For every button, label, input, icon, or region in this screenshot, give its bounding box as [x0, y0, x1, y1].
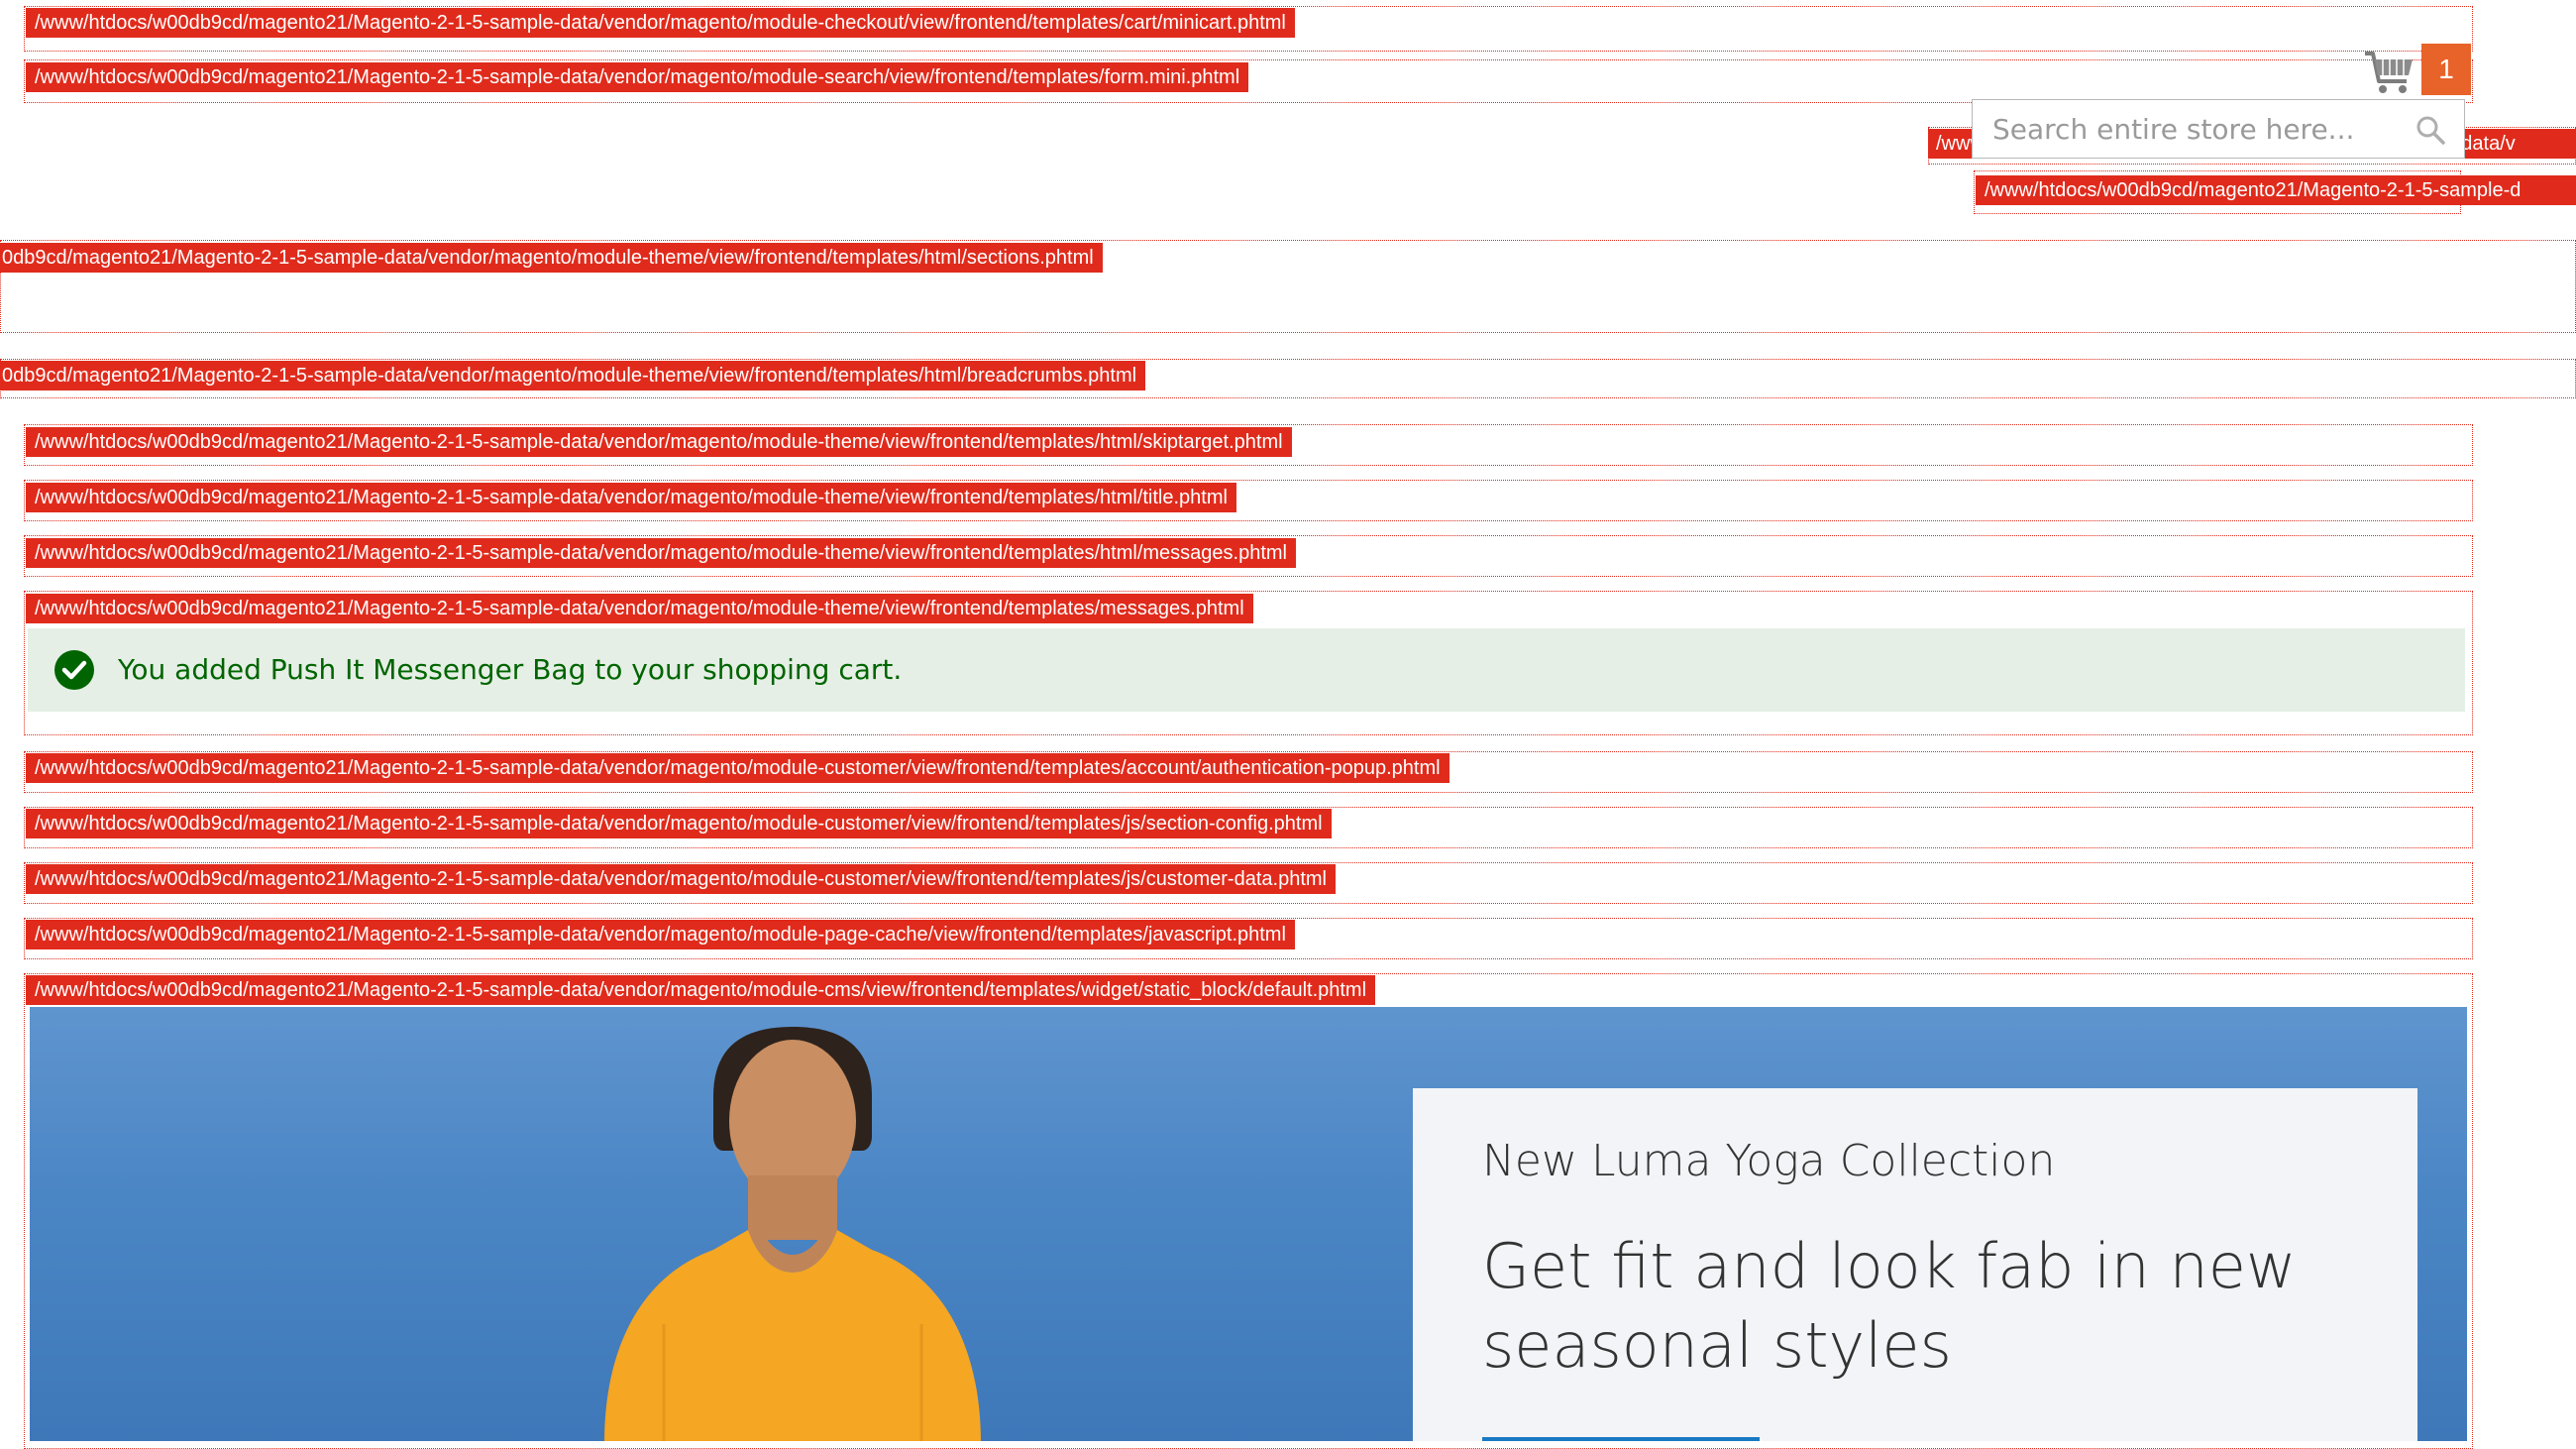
banner-title: Get fit and look fab in new seasonal sty… — [1482, 1230, 2297, 1382]
check-circle-icon — [54, 650, 94, 690]
template-hint-messages: /www/htdocs/w00db9cd/magento21/Magento-2… — [26, 594, 1253, 623]
template-hint-form-mini: /www/htdocs/w00db9cd/magento21/Magento-2… — [26, 62, 1249, 92]
template-hint-sections: 0db9cd/magento21/Magento-2-1-5-sample-da… — [0, 243, 1103, 273]
minicart-button[interactable]: 1 — [2363, 44, 2472, 99]
search-icon[interactable] — [2415, 114, 2446, 146]
template-hint-static-block: /www/htdocs/w00db9cd/magento21/Magento-2… — [26, 975, 1376, 1005]
banner-shop-button[interactable] — [1482, 1437, 1760, 1441]
template-hint-search-overlap-b: /www/htdocs/w00db9cd/magento21/Magento-2… — [1976, 175, 2576, 205]
template-hint-page-cache: /www/htdocs/w00db9cd/magento21/Magento-2… — [26, 920, 1295, 949]
search-input[interactable] — [1973, 100, 2409, 158]
template-hint-html-messages: /www/htdocs/w00db9cd/magento21/Magento-2… — [26, 538, 1296, 568]
template-hint-section-config: /www/htdocs/w00db9cd/magento21/Magento-2… — [26, 809, 1332, 838]
search-form — [1972, 99, 2465, 159]
banner-content-box: New Luma Yoga Collection Get fit and loo… — [1413, 1088, 2417, 1441]
template-hint-auth-popup: /www/htdocs/w00db9cd/magento21/Magento-2… — [26, 753, 1449, 783]
banner-subtitle: New Luma Yoga Collection — [1482, 1136, 2056, 1186]
cart-icon — [2365, 52, 2413, 93]
template-hint-customer-data: /www/htdocs/w00db9cd/magento21/Magento-2… — [26, 864, 1336, 894]
cart-count-badge: 1 — [2421, 44, 2471, 95]
template-hint-skiptarget: /www/htdocs/w00db9cd/magento21/Magento-2… — [26, 427, 1292, 457]
template-hint-minicart: /www/htdocs/w00db9cd/magento21/Magento-2… — [26, 8, 1295, 38]
success-message: You added Push It Messenger Bag to your … — [28, 628, 2465, 712]
success-message-text: You added Push It Messenger Bag to your … — [118, 653, 903, 686]
template-hint-title: /www/htdocs/w00db9cd/magento21/Magento-2… — [26, 483, 1236, 512]
home-banner[interactable]: New Luma Yoga Collection Get fit and loo… — [30, 1007, 2467, 1441]
banner-model-image — [604, 1027, 981, 1441]
template-hint-breadcrumbs: 0db9cd/magento21/Magento-2-1-5-sample-da… — [0, 361, 1146, 390]
